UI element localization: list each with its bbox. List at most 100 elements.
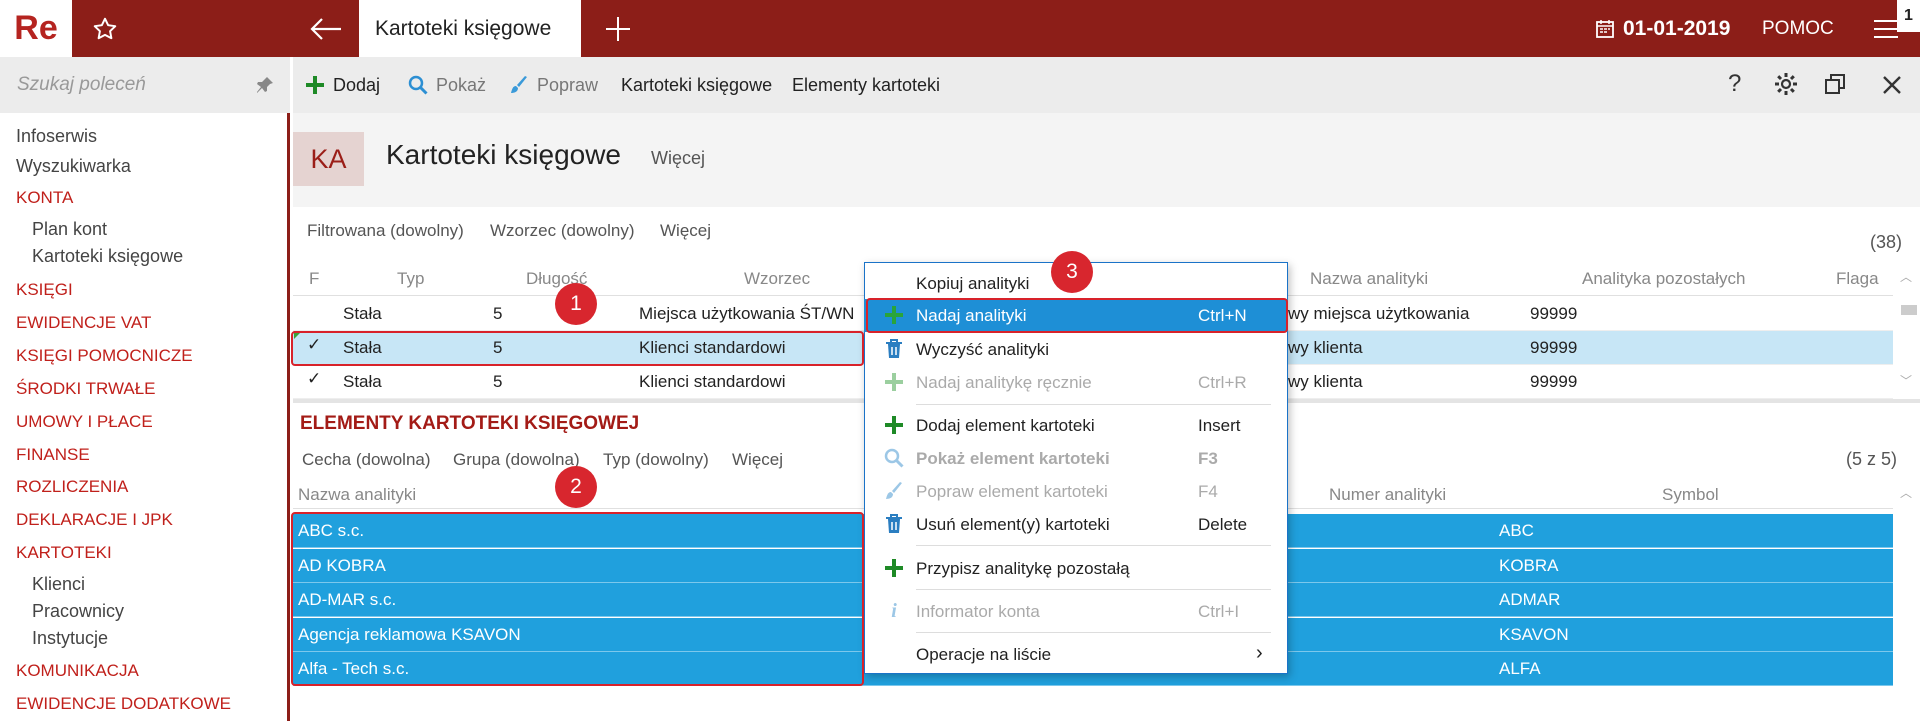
sidebar-item-klienci[interactable]: Klienci (32, 574, 85, 595)
cell-pozostale: 99999 (1530, 338, 1578, 357)
cards-button[interactable]: Kartoteki księgowe (621, 57, 772, 113)
col-nazwa-analityki[interactable]: Nazwa analityki (1310, 269, 1428, 289)
menu-separator (916, 545, 1271, 546)
cell-symbol: ALFA (1499, 659, 1541, 678)
sidebar-item-plan-kont[interactable]: Plan kont (32, 219, 107, 240)
scroll-up-icon[interactable]: ︿ (1900, 484, 1912, 501)
highlight-box-row (291, 331, 864, 366)
sidebar-item-księgi-pomocnicze[interactable]: KSIĘGI POMOCNICZE (16, 346, 193, 366)
menu-item-label: Nadaj analitykę ręcznie (916, 373, 1092, 392)
filter-more[interactable]: Więcej (732, 450, 783, 470)
menu-item-edit-element[interactable]: Popraw element kartoteki F4 (864, 475, 1288, 508)
sidebar-item-konta[interactable]: KONTA (16, 188, 73, 208)
menu-item-label: Operacje na liście (916, 645, 1052, 664)
sidebar-item-księgi[interactable]: KSIĘGI (16, 280, 73, 300)
sidebar-item-instytucje[interactable]: Instytucje (32, 628, 108, 649)
menu-item-show-element[interactable]: Pokaż element kartoteki F3 (864, 442, 1288, 475)
filter-filtered[interactable]: Filtrowana (dowolny) (307, 221, 464, 241)
filter-pattern[interactable]: Wzorzec (dowolny) (490, 221, 635, 241)
cell-symbol: ABC (1499, 521, 1534, 540)
sidebar-item-infoserwis[interactable]: Infoserwis (16, 126, 97, 147)
col-flaga[interactable]: Flaga (1836, 269, 1879, 289)
date-selector[interactable]: 01-01-2019 (1595, 0, 1730, 57)
col-typ[interactable]: Typ (397, 269, 424, 289)
show-button[interactable]: Pokaż (408, 57, 486, 113)
sidebar-item-umowy-i-płace[interactable]: UMOWY I PŁACE (16, 412, 153, 432)
sidebar-item-ewidencje-vat[interactable]: EWIDENCJE VAT (16, 313, 151, 333)
restore-window-icon[interactable] (1825, 74, 1845, 99)
sidebar-item-finanse[interactable]: FINANSE (16, 445, 90, 465)
app-logo[interactable]: Re (0, 0, 72, 57)
menu-item-add-element[interactable]: Dodaj element kartoteki Insert (864, 409, 1288, 442)
col-nazwa-analityki[interactable]: Nazwa analityki (298, 485, 416, 505)
menu-item-delete-element[interactable]: Usuń element(y) kartoteki Delete (864, 508, 1288, 541)
filter-typ[interactable]: Typ (dowolny) (603, 450, 709, 470)
brush-icon (511, 76, 527, 93)
add-button[interactable]: Dodaj (305, 57, 380, 113)
cell-nazwa: wy klienta (1288, 338, 1363, 357)
scrollbar-thumb[interactable] (1901, 305, 1917, 315)
cell-typ: Stała (343, 304, 382, 323)
menu-item-assign-remaining[interactable]: Przypisz analitykę pozostałą (864, 552, 1288, 585)
sidebar-item-rozliczenia[interactable]: ROZLICZENIA (16, 477, 128, 497)
menu-item-clear-analytics[interactable]: Wyczyść analityki (864, 333, 1288, 366)
page-more-link[interactable]: Więcej (651, 148, 705, 169)
cell-f: ✓ (307, 369, 322, 388)
help-link[interactable]: POMOC (1762, 0, 1834, 57)
brush-icon (883, 480, 905, 502)
sidebar-item-środki-trwałe[interactable]: ŚRODKI TRWAŁE (16, 379, 156, 399)
new-tab-plus-icon[interactable] (598, 10, 638, 48)
tab-title: Kartoteki księgowe (375, 16, 552, 40)
trash-icon (883, 513, 905, 535)
col-analityka-pozostalych[interactable]: Analityka pozostałych (1582, 269, 1745, 289)
scroll-down-icon[interactable]: ﹀ (1900, 372, 1912, 389)
favorite-star-icon[interactable] (86, 10, 124, 48)
calendar-icon (1596, 19, 1614, 38)
menu-item-assign-manual[interactable]: Nadaj analitykę ręcznie Ctrl+R (864, 366, 1288, 399)
close-icon[interactable] (1882, 75, 1902, 100)
cell-symbol: KSAVON (1499, 625, 1569, 644)
menu-item-label: Popraw element kartoteki (916, 482, 1108, 501)
cell-nazwa: wy klienta (1288, 372, 1363, 391)
tab-kartoteki-ksiegowe[interactable]: Kartoteki księgowe (359, 0, 581, 57)
sidebar-item-deklaracje-i-jpk[interactable]: DEKLARACJE I JPK (16, 510, 173, 530)
menu-item-list-operations[interactable]: Operacje na liście › (864, 638, 1288, 671)
sidebar-item-kartoteki[interactable]: KARTOTEKI (16, 543, 112, 563)
sidebar-item-kartoteki-księgowe[interactable]: Kartoteki księgowe (32, 246, 183, 267)
menu-item-label: Dodaj element kartoteki (916, 416, 1095, 435)
filter-cecha[interactable]: Cecha (dowolna) (302, 450, 431, 470)
col-wzorzec[interactable]: Wzorzec (744, 269, 810, 289)
menu-item-account-info[interactable]: i Informator konta Ctrl+I (864, 595, 1288, 628)
scroll-up-icon[interactable]: ︿ (1900, 268, 1912, 285)
plus-icon (883, 371, 905, 393)
edit-button[interactable]: Popraw (509, 57, 598, 113)
info-icon: i (891, 599, 897, 622)
settings-gear-icon[interactable] (1774, 72, 1798, 101)
add-label: Dodaj (333, 74, 381, 95)
col-f[interactable]: F (309, 269, 319, 289)
pin-icon[interactable] (256, 76, 276, 96)
help-question-icon[interactable]: ? (1728, 70, 1741, 98)
filter-grupa[interactable]: Grupa (dowolna) (453, 450, 580, 470)
sidebar-item-komunikacja[interactable]: KOMUNIKACJA (16, 661, 139, 681)
sidebar-item-pracownicy[interactable]: Pracownicy (32, 601, 124, 622)
sidebar-item-wyszukiwarka[interactable]: Wyszukiwarka (16, 156, 131, 177)
edit-label: Popraw (537, 74, 599, 95)
col-symbol[interactable]: Symbol (1662, 485, 1719, 505)
col-numer-analityki[interactable]: Numer analityki (1329, 485, 1446, 505)
magnifier-icon (408, 75, 428, 95)
filter-more[interactable]: Więcej (660, 221, 711, 241)
cell-symbol: ADMAR (1499, 590, 1561, 609)
menu-item-label: Informator konta (916, 602, 1040, 621)
menu-separator (916, 404, 1271, 405)
command-search-input[interactable]: Szukaj poleceń (0, 57, 290, 113)
cell-nazwa: wy miejsca użytkowania (1288, 304, 1470, 323)
highlight-box-elements (291, 512, 864, 686)
menu-item-shortcut: Insert (1198, 416, 1241, 435)
back-arrow-icon[interactable] (304, 10, 348, 48)
notification-badge[interactable]: 1 (1897, 0, 1920, 32)
sidebar-item-ewidencje-dodatkowe[interactable]: EWIDENCJE DODATKOWE (16, 694, 231, 714)
menu-item-shortcut: Ctrl+R (1198, 373, 1247, 392)
callout-2: 2 (555, 466, 597, 508)
elements-button[interactable]: Elementy kartoteki (792, 57, 940, 113)
